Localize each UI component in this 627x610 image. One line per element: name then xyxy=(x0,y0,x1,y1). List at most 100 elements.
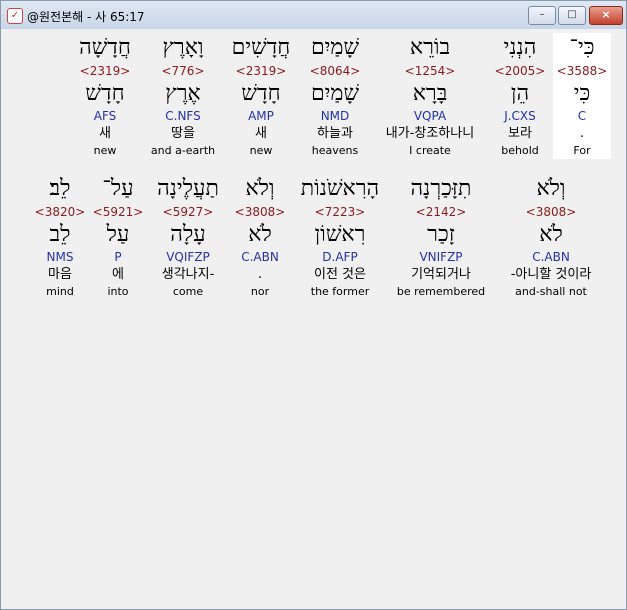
parsing-code: VQIFZP xyxy=(166,250,210,264)
word-column[interactable]: הָרִאשֹׁנוֹת <7223> רִאשׁוֹן D.AFP 이전 것은… xyxy=(293,174,387,300)
lexical-form: עַל xyxy=(106,222,130,247)
parsing-code: C.ABN xyxy=(241,250,279,264)
english-gloss: mind xyxy=(46,285,74,298)
korean-gloss: 기억되거나 xyxy=(411,267,471,282)
app-icon: ✓ xyxy=(7,8,23,24)
lexical-form: לֵב xyxy=(49,222,71,247)
word-column[interactable]: תַעֲלֶינָה <5927> עָלָה VQIFZP 생각나지- com… xyxy=(149,174,227,300)
hebrew-word: הִנְנִי xyxy=(503,35,537,60)
lexical-form: חָדָשׁ xyxy=(241,81,281,106)
strong-number: <776> xyxy=(161,64,205,78)
word-column[interactable]: לֵב׃ <3820> לֵב NMS 마음 mind xyxy=(33,174,87,300)
hebrew-word: וְלֹא xyxy=(245,176,275,201)
lexical-form: לֹא xyxy=(248,222,272,247)
interlinear-panel: כִּי־ <3588> כִּי C . For הִנְנִי <2005>… xyxy=(7,30,620,606)
english-gloss: new xyxy=(93,144,117,157)
app-window: ✓ @원전본해 - 사 65:17 – □ × כִּי־ <3588> כִּ… xyxy=(0,0,627,610)
parsing-code: NMD xyxy=(320,109,350,123)
parsing-code: P xyxy=(114,250,122,264)
word-column[interactable]: חֲדָשִׁים <2319> חָדָשׁ AMP 새 new xyxy=(225,33,297,159)
lexical-form: חָדָשׁ xyxy=(85,81,125,106)
strong-number: <5921> xyxy=(92,205,144,219)
hebrew-word: שָׁמַיִם xyxy=(310,35,360,60)
parsing-code: VNIFZP xyxy=(419,250,463,264)
strong-number: <7223> xyxy=(314,205,366,219)
window-title: @원전본해 - 사 65:17 xyxy=(27,10,145,24)
word-column[interactable]: תִזָּכַרְנָה <2142> זָכַר VNIFZP 기억되거나 b… xyxy=(391,174,491,300)
korean-gloss: 생각나지- xyxy=(161,267,215,282)
lexical-form: אֶרֶץ xyxy=(165,81,201,106)
hebrew-word: וְלֹא xyxy=(536,176,566,201)
korean-gloss: . xyxy=(579,126,585,141)
close-button[interactable]: × xyxy=(589,6,623,25)
english-gloss: I create xyxy=(409,144,451,157)
lexical-form: שָׁמַיִם xyxy=(310,81,360,106)
lexical-form: זָכַר xyxy=(427,222,455,247)
strong-number: <8064> xyxy=(309,64,361,78)
maximize-button[interactable]: □ xyxy=(558,6,586,25)
lexical-form: לֹא xyxy=(539,222,563,247)
english-gloss: For xyxy=(573,144,591,157)
korean-gloss: 마음 xyxy=(48,267,72,282)
korean-gloss: . xyxy=(257,267,263,282)
korean-gloss: 보라 xyxy=(508,126,532,141)
english-gloss: behold xyxy=(501,144,539,157)
lexical-form: עָלָה xyxy=(170,222,206,247)
word-column[interactable]: חֲדָשָׁה <2319> חָדָשׁ AFS 새 new xyxy=(69,33,141,159)
hebrew-word: הָרִאשֹׁנוֹת xyxy=(300,176,380,201)
english-gloss: and-shall not xyxy=(515,285,587,298)
korean-gloss: 땅을 xyxy=(171,126,195,141)
strong-number: <2319> xyxy=(79,64,131,78)
korean-gloss: 새 xyxy=(99,126,111,141)
english-gloss: be remembered xyxy=(396,285,486,298)
strong-number: <1254> xyxy=(404,64,456,78)
english-gloss: and a-earth xyxy=(150,144,216,157)
korean-gloss: 에 xyxy=(112,267,124,282)
parsing-code: AMP xyxy=(248,109,274,123)
lexical-form: רִאשׁוֹן xyxy=(314,222,366,247)
hebrew-word: תַעֲלֶינָה xyxy=(157,176,219,201)
hebrew-word: בוֹרֵא xyxy=(409,35,451,60)
parsing-code: C.NFS xyxy=(165,109,201,123)
english-gloss: into xyxy=(107,285,129,298)
strong-number: <3808> xyxy=(234,205,286,219)
korean-gloss: 이전 것은 xyxy=(314,267,366,282)
english-gloss: heavens xyxy=(311,144,359,157)
strong-number: <3588> xyxy=(556,64,608,78)
parsing-code: J.CXS xyxy=(504,109,536,123)
strong-number: <2005> xyxy=(494,64,546,78)
minimize-button[interactable]: – xyxy=(528,6,556,25)
lexical-form: בָּרָא xyxy=(412,81,448,106)
hebrew-word: עַל־ xyxy=(102,176,134,201)
strong-number: <2319> xyxy=(235,64,287,78)
word-column[interactable]: כִּי־ <3588> כִּי C . For xyxy=(553,33,611,159)
korean-gloss: 새 xyxy=(255,126,267,141)
word-column[interactable]: שָׁמַיִם <8064> שָׁמַיִם NMD 하늘과 heavens xyxy=(301,33,369,159)
hebrew-word: חֲדָשָׁה xyxy=(79,35,131,60)
parsing-code: AFS xyxy=(93,109,117,123)
strong-number: <3808> xyxy=(525,205,577,219)
korean-gloss: 내가-창조하나니 xyxy=(385,126,475,141)
word-column[interactable]: וְלֹא <3808> לֹא C.ABN -아니할 것이라 and-shal… xyxy=(495,174,607,300)
parsing-code: D.AFP xyxy=(322,250,358,264)
title-bar[interactable]: ✓ @원전본해 - 사 65:17 – □ × xyxy=(1,1,626,29)
lexical-form: הֵן xyxy=(510,81,530,106)
word-column[interactable]: בוֹרֵא <1254> בָּרָא VQPA 내가-창조하나니 I cre… xyxy=(373,33,487,159)
english-gloss: nor xyxy=(250,285,270,298)
word-column[interactable]: וָאָרֶץ <776> אֶרֶץ C.NFS 땅을 and a-earth xyxy=(145,33,221,159)
word-column[interactable]: עַל־ <5921> עַל P 에 into xyxy=(91,174,145,300)
parsing-code: NMS xyxy=(46,250,74,264)
parsing-code: VQPA xyxy=(413,109,447,123)
hebrew-word: כִּי־ xyxy=(569,35,595,60)
strong-number: <2142> xyxy=(415,205,467,219)
hebrew-word: וָאָרֶץ xyxy=(162,35,204,60)
parsing-code: C xyxy=(577,109,587,123)
hebrew-word: חֲדָשִׁים xyxy=(231,35,291,60)
lexical-form: כִּי xyxy=(573,81,591,106)
hebrew-word: לֵב׃ xyxy=(49,176,71,201)
word-column[interactable]: וְלֹא <3808> לֹא C.ABN . nor xyxy=(231,174,289,300)
parsing-code: C.ABN xyxy=(532,250,570,264)
strong-number: <3820> xyxy=(34,205,86,219)
korean-gloss: -아니할 것이라 xyxy=(510,267,592,282)
word-column[interactable]: הִנְנִי <2005> הֵן J.CXS 보라 behold xyxy=(491,33,549,159)
